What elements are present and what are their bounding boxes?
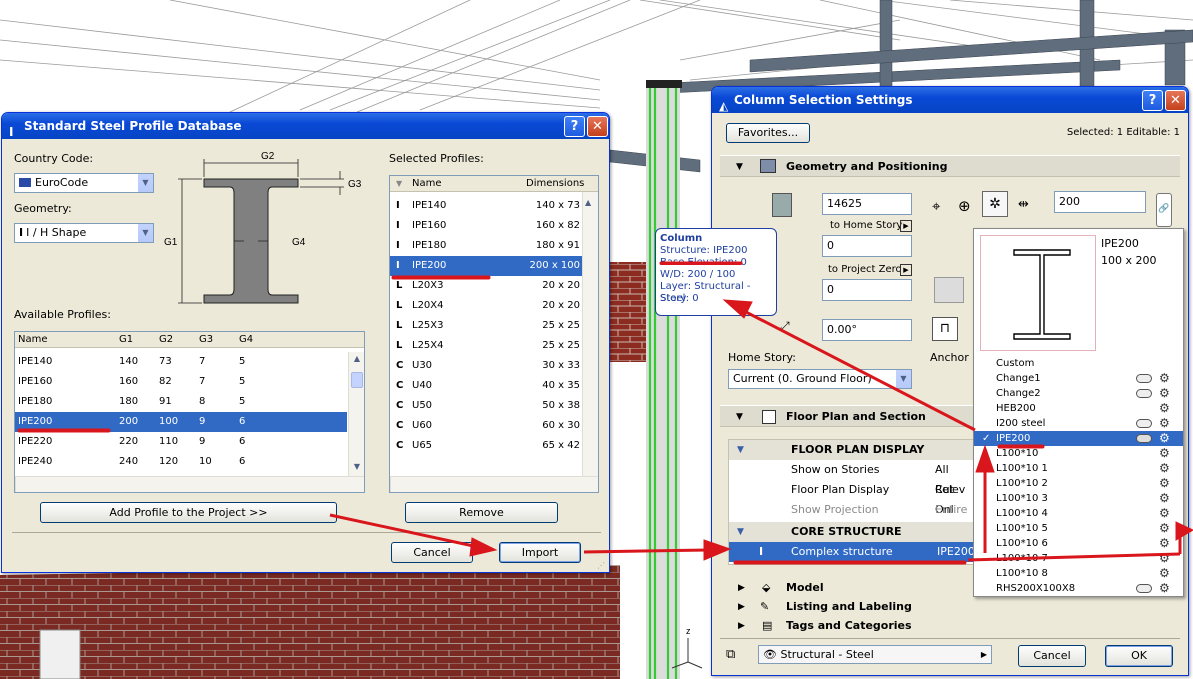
underline-annotation — [391, 275, 491, 280]
annotation-overlay — [17, 261, 1193, 565]
underline-annotation — [17, 428, 111, 433]
underline-annotation — [659, 261, 743, 265]
underline-annotation — [733, 560, 967, 565]
underline-annotation — [997, 444, 1045, 449]
